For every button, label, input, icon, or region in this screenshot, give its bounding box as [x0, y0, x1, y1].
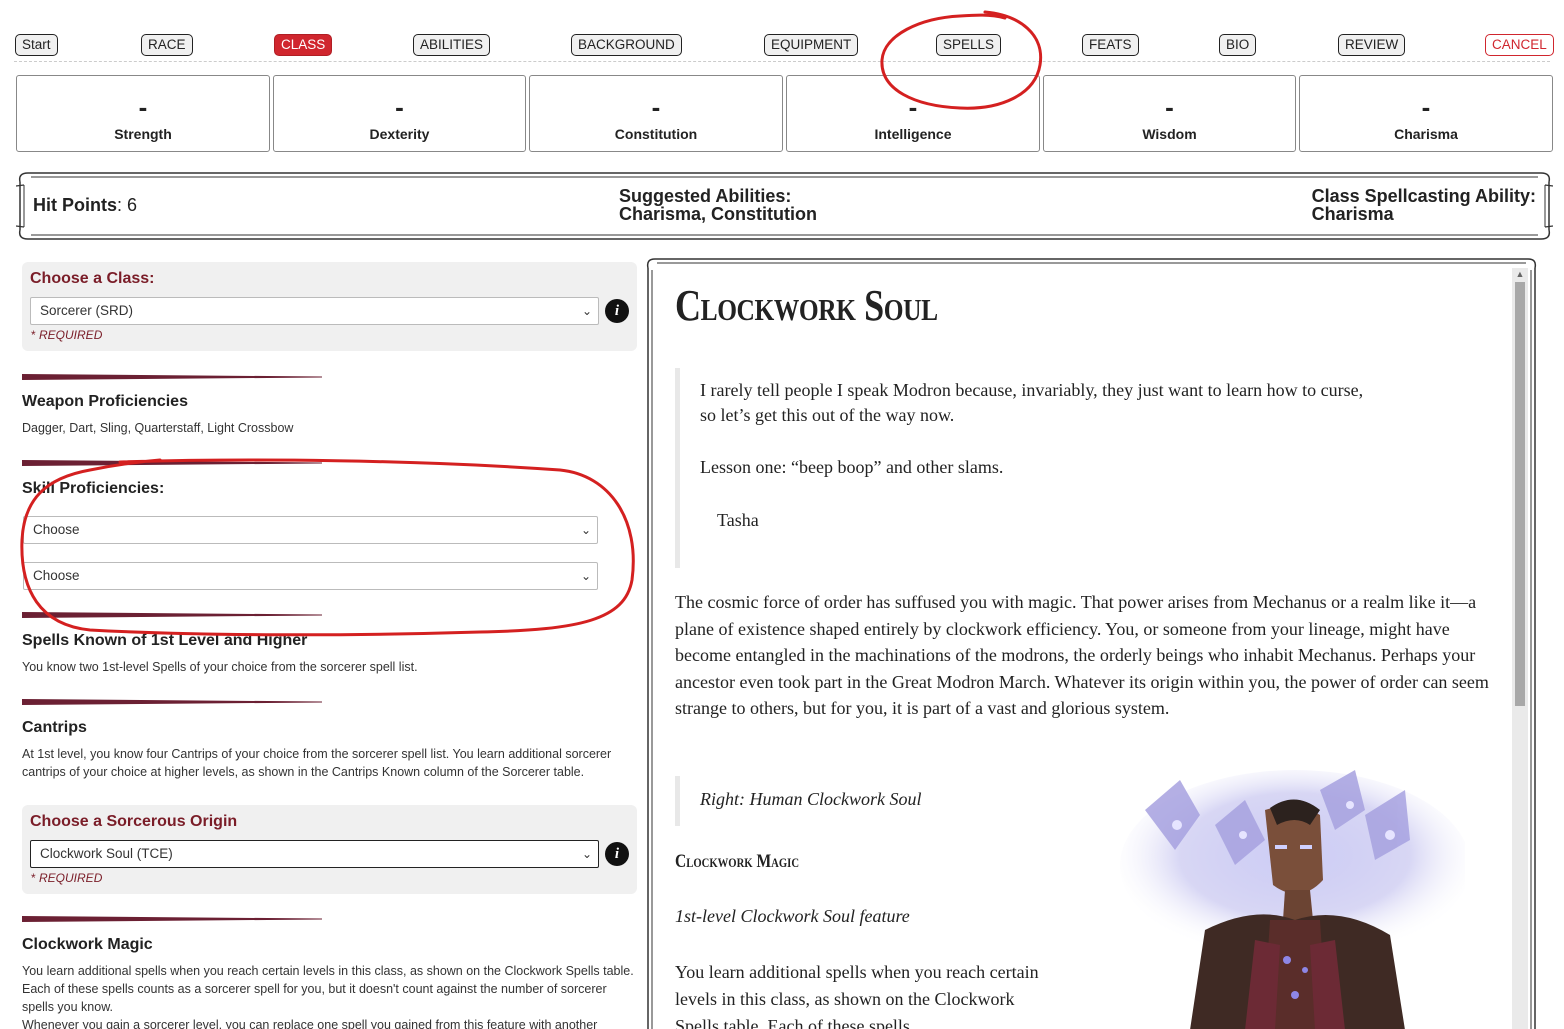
hit-points: Hit Points: 6	[33, 195, 137, 216]
nav-class-button[interactable]: CLASS	[274, 34, 333, 56]
ability-charisma: - Charisma	[1299, 75, 1553, 152]
ability-wisdom: - Wisdom	[1043, 75, 1296, 152]
nav-background-button[interactable]: BACKGROUND	[571, 34, 682, 56]
chevron-down-icon: ⌄	[581, 847, 592, 861]
skill-select-1[interactable]: Choose ⌄	[23, 516, 598, 544]
skill-select-2-value: Choose	[33, 568, 80, 583]
chevron-down-icon: ⌄	[581, 304, 592, 318]
weapon-proficiencies-title: Weapon Proficiencies	[22, 393, 188, 410]
clockwork-soul-portrait	[1120, 770, 1465, 1029]
quote-line-2: so let’s get this out of the way now.	[700, 405, 955, 425]
clockwork-magic-heading: Clockwork Magic	[675, 851, 800, 872]
origin-description: The cosmic force of order has suffused y…	[675, 592, 1489, 718]
ability-value: -	[1421, 92, 1431, 122]
ability-label: Intelligence	[874, 126, 952, 142]
scroll-up-icon[interactable]: ▲	[1514, 268, 1526, 280]
scroll-thumb[interactable]	[1515, 282, 1525, 706]
nav-start-button[interactable]: Start	[15, 34, 58, 56]
ability-value: -	[908, 92, 918, 122]
ability-constitution: - Constitution	[529, 75, 783, 152]
clockwork-magic-text: You learn additional spells when you rea…	[22, 964, 634, 1014]
class-info-icon[interactable]: i	[605, 299, 629, 323]
wizard-step-nav: Start RACE CLASS ABILITIES BACKGROUND EQ…	[0, 0, 1564, 62]
hit-points-label: Hit Points	[33, 195, 117, 215]
chevron-down-icon: ⌄	[580, 523, 591, 537]
chevron-down-icon: ⌄	[580, 569, 591, 583]
class-required-note: * REQUIRED	[31, 328, 102, 342]
suggested-abilities: Suggested Abilities: Charisma, Constitut…	[619, 187, 817, 223]
quote-line-3: Lesson one: “beep boop” and other slams.	[700, 457, 1004, 477]
choose-origin-title: Choose a Sorcerous Origin	[30, 813, 238, 830]
quote-line-1: I rarely tell people I speak Modron beca…	[700, 380, 1364, 400]
section-divider	[22, 460, 322, 466]
clockwork-magic-description: You learn additional spells when you rea…	[675, 962, 1039, 1029]
ability-label: Strength	[114, 126, 172, 142]
spellcasting-ability-value: Charisma	[1311, 204, 1394, 224]
ability-label: Dexterity	[369, 126, 430, 142]
image-caption: Right: Human Clockwork Soul	[700, 789, 922, 809]
clockwork-magic-text-2: Whenever you gain a sorcerer level, you …	[22, 1018, 598, 1029]
ability-scores-row: - Strength - Dexterity - Constitution - …	[16, 75, 1553, 152]
origin-required-note: * REQUIRED	[31, 871, 102, 885]
nav-cancel-button[interactable]: CANCEL	[1485, 34, 1554, 56]
suggested-abilities-label: Suggested Abilities:	[619, 186, 792, 206]
required-text: REQUIRED	[39, 871, 103, 885]
spells-known-title: Spells Known of 1st Level and Higher	[22, 632, 308, 649]
nav-abilities-button[interactable]: ABILITIES	[413, 34, 491, 56]
skill-proficiencies-title: Skill Proficiencies:	[22, 480, 165, 497]
quote-attribution: Tasha	[717, 510, 759, 530]
ability-label: Constitution	[614, 126, 698, 142]
spellcasting-ability-label: Class Spellcasting Ability:	[1311, 186, 1536, 206]
nav-divider	[14, 61, 1550, 62]
nav-bio-button[interactable]: BIO	[1219, 34, 1257, 56]
feature-level-line: 1st-level Clockwork Soul feature	[675, 906, 910, 926]
origin-info-icon[interactable]: i	[605, 842, 629, 866]
ability-strength: - Strength	[16, 75, 270, 152]
origin-select-value: Clockwork Soul (TCE)	[40, 846, 173, 861]
required-star: *	[31, 328, 36, 342]
section-divider	[22, 916, 322, 922]
choose-class-box: Choose a Class: Sorcerer (SRD) ⌄ i * REQ…	[22, 262, 637, 351]
ability-label: Charisma	[1394, 126, 1458, 142]
spellcasting-ability: Class Spellcasting Ability: Charisma	[1312, 187, 1536, 223]
nav-equipment-button[interactable]: EQUIPMENT	[764, 34, 859, 56]
section-divider	[22, 612, 322, 618]
suggested-abilities-value: Charisma, Constitution	[619, 204, 818, 224]
origin-select[interactable]: Clockwork Soul (TCE) ⌄	[30, 840, 599, 868]
page-title: Clockwork Soul	[675, 281, 938, 330]
nav-feats-button[interactable]: FEATS	[1082, 34, 1139, 56]
ability-dexterity: - Dexterity	[273, 75, 526, 152]
ability-value: -	[651, 92, 661, 122]
weapon-proficiencies-text: Dagger, Dart, Sling, Quarterstaff, Light…	[22, 421, 294, 435]
nav-race-button[interactable]: RACE	[141, 34, 193, 56]
class-summary-banner: Hit Points: 6 Suggested Abilities: Chari…	[16, 172, 1553, 240]
section-divider	[22, 374, 322, 380]
ability-value: -	[1165, 92, 1174, 122]
ability-label: Wisdom	[1142, 126, 1197, 142]
section-divider	[22, 699, 322, 705]
class-options-panel: Choose a Class: Sorcerer (SRD) ⌄ i * REQ…	[22, 262, 638, 1029]
choose-origin-box: Choose a Sorcerous Origin Clockwork Soul…	[22, 805, 637, 894]
nav-review-button[interactable]: REVIEW	[1338, 34, 1406, 56]
hit-points-value: : 6	[117, 195, 138, 215]
choose-class-title: Choose a Class:	[30, 270, 155, 287]
ability-intelligence: - Intelligence	[786, 75, 1040, 152]
content-scrollbar[interactable]: ▲	[1512, 268, 1528, 1029]
clockwork-magic-title: Clockwork Magic	[22, 936, 153, 953]
skill-select-2[interactable]: Choose ⌄	[23, 562, 598, 590]
required-text: REQUIRED	[39, 328, 103, 342]
cantrips-text: At 1st level, you know four Cantrips of …	[22, 747, 612, 779]
class-select[interactable]: Sorcerer (SRD) ⌄	[30, 297, 599, 325]
caption-bar	[675, 776, 680, 826]
class-description-panel: ▲ Clockwork Soul I rarely tell people I …	[645, 258, 1538, 1029]
skill-select-1-value: Choose	[33, 522, 80, 537]
nav-spells-button[interactable]: SPELLS	[936, 34, 1002, 56]
spells-known-text: You know two 1st-level Spells of your ch…	[22, 660, 418, 674]
quote-bar	[675, 368, 680, 568]
class-select-value: Sorcerer (SRD)	[40, 303, 134, 318]
cantrips-title: Cantrips	[22, 719, 87, 736]
ability-value: -	[138, 92, 148, 122]
ability-value: -	[395, 92, 404, 122]
required-star: *	[31, 871, 36, 885]
